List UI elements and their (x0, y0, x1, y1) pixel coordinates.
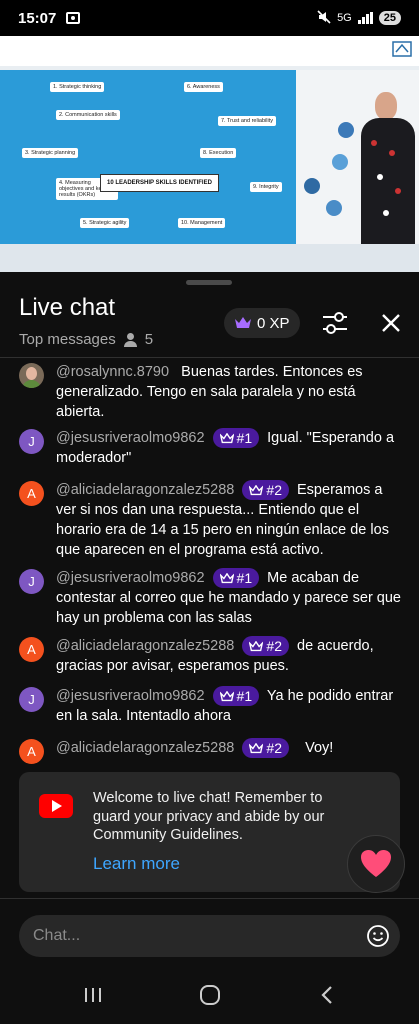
avatar[interactable]: A (19, 637, 44, 662)
rank-badge: #2 (242, 480, 289, 501)
skill-label: 7. Trust and reliability (218, 116, 276, 126)
viewer-count: 5 (144, 331, 154, 348)
chat-message[interactable]: J @jesusriveraolmo9862 #1 Me acaban de c… (19, 568, 404, 628)
xp-label: 0 XP (257, 314, 290, 332)
filter-label: Top messages (19, 331, 116, 348)
chat-message[interactable]: A @aliciadelaragonzalez5288 #2 de acuerd… (19, 636, 404, 676)
crown-icon (219, 690, 234, 701)
message-text: Voy! (305, 740, 334, 756)
username[interactable]: @jesusriveraolmo9862 (56, 570, 205, 586)
skill-label: 6. Awareness (184, 82, 223, 92)
signal-icon (357, 12, 373, 24)
crown-icon (249, 640, 264, 651)
badge-rank: #2 (266, 740, 282, 757)
infographic-title: 10 LEADERSHIP SKILLS IDENTIFIED (100, 174, 219, 192)
sliders-icon[interactable] (321, 310, 349, 336)
username[interactable]: @aliciadelaragonzalez5288 (56, 482, 234, 498)
chat-title: Live chat (19, 294, 116, 321)
username[interactable]: @rosalynnc.8790 (56, 364, 169, 380)
diagram-node (332, 154, 348, 170)
welcome-text: Welcome to live chat! Remember to guard … (93, 790, 325, 843)
crown-icon (249, 742, 264, 753)
recent-apps-icon[interactable] (78, 982, 108, 1008)
badge-rank: #1 (236, 430, 253, 447)
skill-label: 8. Execution (200, 148, 237, 158)
emoji-icon[interactable] (366, 924, 390, 948)
chat-message[interactable]: J @jesusriveraolmo9862 #1 Ya he podido e… (19, 686, 404, 726)
input-divider (0, 898, 419, 899)
presenter (357, 92, 415, 244)
username[interactable]: @jesusriveraolmo9862 (56, 688, 205, 704)
video-player[interactable]: 1. Strategic thinking 2. Communication s… (0, 36, 419, 272)
chat-message[interactable]: A @aliciadelaragonzalez5288 #2 Voy! (19, 738, 404, 764)
drag-handle[interactable] (186, 280, 232, 285)
status-time: 15:07 (18, 9, 57, 27)
chat-input[interactable] (33, 927, 333, 945)
chat-message[interactable]: A @aliciadelaragonzalez5288 #2 Esperamos… (19, 480, 404, 560)
live-chat-panel: Live chat Top messages 5 0 XP @rosalynnc… (0, 272, 419, 1024)
crown-icon (219, 432, 234, 443)
heart-reaction-button[interactable] (347, 835, 405, 893)
message-list[interactable]: @rosalynnc.8790 Buenas tardes. Entonces … (0, 358, 419, 768)
crown-icon (235, 317, 251, 328)
skill-label: 9. Integrity (250, 182, 282, 192)
username[interactable]: @aliciadelaragonzalez5288 (56, 638, 234, 654)
person-icon (123, 333, 137, 347)
rank-badge: #1 (212, 568, 260, 589)
back-icon[interactable] (312, 982, 342, 1008)
welcome-banner: Welcome to live chat! Remember to guard … (19, 772, 400, 892)
rank-badge: #1 (212, 428, 260, 449)
badge-rank: #1 (236, 570, 253, 587)
avatar[interactable]: A (19, 481, 44, 506)
heart-icon (361, 850, 391, 877)
rank-badge: #1 (212, 686, 260, 707)
chat-input-container[interactable] (19, 915, 400, 957)
university-logo (361, 40, 413, 58)
chat-message[interactable]: @rosalynnc.8790 Buenas tardes. Entonces … (19, 362, 404, 422)
presenter-head (375, 92, 397, 120)
skill-label: 2. Communication skills (56, 110, 120, 120)
avatar[interactable]: A (19, 739, 44, 764)
status-bar: 15:07 5G 25 (0, 0, 419, 36)
youtube-icon (39, 794, 73, 818)
screen-record-icon (66, 12, 81, 24)
crown-icon (219, 572, 234, 583)
skill-label: 5. Strategic agility (80, 218, 130, 228)
diagram-node (326, 200, 342, 216)
badge-rank: #2 (266, 638, 282, 655)
video-footer-strip (0, 244, 419, 272)
diagram-node (304, 178, 320, 194)
learn-more-link[interactable]: Learn more (93, 854, 180, 874)
username[interactable]: @jesusriveraolmo9862 (56, 430, 205, 446)
presenter-body (361, 118, 415, 244)
xp-button[interactable]: 0 XP (224, 308, 300, 338)
avatar[interactable]: J (19, 687, 44, 712)
mute-icon (317, 9, 331, 27)
skill-label: 10. Management (178, 218, 226, 228)
avatar[interactable]: J (19, 569, 44, 594)
system-nav-bar (0, 968, 419, 1024)
leadership-infographic: 1. Strategic thinking 2. Communication s… (0, 70, 296, 244)
top-messages-selector[interactable]: Top messages 5 (19, 331, 153, 348)
crown-icon (249, 484, 264, 495)
battery-indicator: 25 (378, 11, 401, 25)
diagram-node (338, 122, 354, 138)
rank-badge: #2 (242, 738, 289, 759)
username[interactable]: @aliciadelaragonzalez5288 (56, 740, 234, 756)
close-icon[interactable] (378, 310, 404, 336)
avatar[interactable] (19, 363, 44, 388)
badge-rank: #1 (236, 688, 253, 705)
video-header-strip (0, 36, 419, 66)
skill-label: 1. Strategic thinking (50, 82, 105, 92)
rank-badge: #2 (242, 636, 289, 657)
skill-label: 3. Strategic planning (22, 148, 79, 158)
chat-message[interactable]: J @jesusriveraolmo9862 #1 Igual. "Espera… (19, 428, 404, 468)
badge-rank: #2 (266, 482, 282, 499)
status-icons: 5G 25 (317, 9, 401, 27)
network-type: 5G (337, 12, 352, 24)
avatar[interactable]: J (19, 429, 44, 454)
home-icon[interactable] (195, 982, 225, 1008)
